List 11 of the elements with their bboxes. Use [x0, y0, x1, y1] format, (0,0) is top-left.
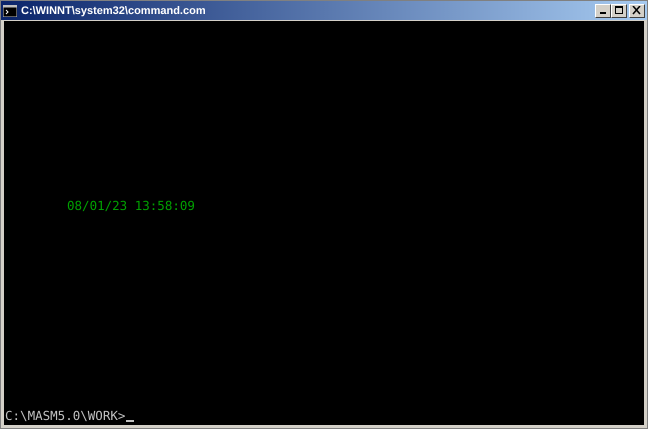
maximize-button[interactable]	[611, 4, 627, 18]
maximize-icon	[614, 6, 624, 15]
console-icon	[3, 4, 17, 16]
close-button[interactable]	[629, 4, 645, 18]
minimize-button[interactable]	[595, 4, 611, 18]
cursor-icon	[126, 420, 134, 422]
window-title: C:\WINNT\system32\command.com	[21, 4, 207, 16]
console-text: 08/01/23 13:58:09	[67, 199, 195, 213]
command-prompt: C:\MASM5.0\WORK>	[5, 409, 126, 423]
close-icon	[632, 6, 642, 15]
minimize-icon	[600, 12, 606, 14]
